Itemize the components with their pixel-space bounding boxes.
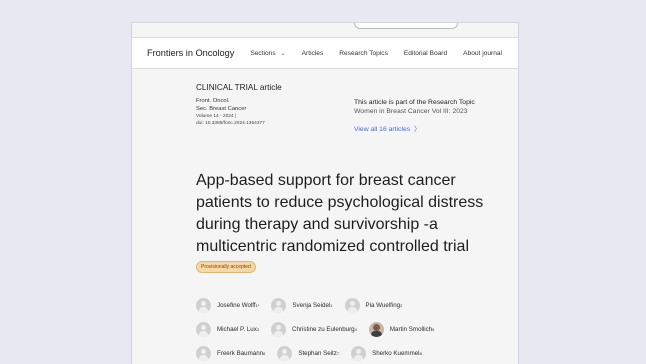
research-topic-panel: This article is part of the Research Top… (354, 99, 514, 133)
author-affiliation: 3 (256, 326, 260, 332)
avatar-placeholder-icon (196, 345, 211, 361)
author-name: Christine zu Eulenburg (292, 325, 355, 333)
article-type: CLINICAL TRIAL article (196, 83, 282, 92)
nav-about-journal[interactable]: About journal (463, 50, 502, 57)
author-name: Michael P. Lux (217, 325, 257, 333)
author-list: Josefine Wolff 1* Svenja Seidel 1 Pia Wuel… (196, 293, 516, 364)
author-name: Freerk Baumann (217, 349, 264, 357)
author-affiliation: 5 (432, 326, 435, 332)
author-photo-avatar (368, 321, 384, 337)
research-topic-intro: This article is part of the Research Top… (354, 99, 475, 106)
author-affiliation: 1* (255, 302, 260, 308)
author-name: Martin Smollich (389, 325, 433, 333)
avatar-placeholder-icon (196, 297, 211, 313)
article-title: App-based support for breast cancer pati… (196, 172, 484, 255)
author-name: Josefine Wolff (217, 301, 256, 309)
avatar-placeholder-icon (271, 297, 287, 313)
avatar-placeholder-icon (351, 345, 367, 361)
author-affiliation: 7 (336, 350, 340, 356)
author-affiliation: 8 (419, 350, 422, 356)
article-content: CLINICAL TRIAL article Front. Oncol. Sec… (196, 83, 516, 361)
nav-research-topics[interactable]: Research Topics (339, 50, 388, 57)
author-item[interactable]: Sherko Kuemmel 8 (351, 345, 422, 361)
author-name: Svenja Seidel (292, 301, 331, 309)
browser-frame: Frontiers in Oncology Sections ⌄ Article… (131, 22, 519, 364)
window-top (132, 23, 518, 37)
status-badge: Provisionally accepted (196, 261, 256, 273)
avatar-placeholder-icon (271, 321, 287, 337)
address-bar[interactable] (354, 23, 458, 29)
journal-nav: Frontiers in Oncology Sections ⌄ Article… (132, 37, 518, 69)
avatar-placeholder-icon (277, 345, 293, 361)
author-name: Sherko Kuemmel (372, 349, 420, 357)
chevron-right-icon: 〉 (412, 126, 421, 133)
avatar-placeholder-icon (196, 321, 211, 337)
author-name: Stephan Seitz (298, 349, 337, 357)
journal-brand[interactable]: Frontiers in Oncology (147, 48, 234, 58)
author-item[interactable]: Stephan Seitz 7 (277, 345, 340, 361)
view-all-articles-link[interactable]: View all 16 articles 〉 (354, 123, 514, 133)
author-item[interactable]: Pia Wuelfing 2 (344, 297, 403, 313)
author-affiliation: 1 (330, 302, 333, 308)
research-topic-name[interactable]: Women in Breast Cancer Vol III: 2023 (354, 108, 514, 115)
author-item[interactable]: Martin Smollich 5 (368, 321, 435, 337)
author-item[interactable]: Christine zu Eulenburg 4 (271, 321, 357, 337)
author-row: Freerk Baumann 6 Stephan Seitz 7 Sherko Ku… (196, 341, 516, 364)
author-affiliation: 6 (263, 350, 266, 356)
chevron-down-icon: ⌄ (280, 50, 286, 57)
nav-sections-label: Sections (250, 49, 276, 57)
author-row: Josefine Wolff 1* Svenja Seidel 1 Pia Wuel… (196, 293, 516, 317)
view-all-articles-label: View all 16 articles (354, 126, 411, 133)
avatar-placeholder-icon (344, 297, 360, 313)
author-item[interactable]: Michael P. Lux 3 (196, 321, 260, 337)
nav-editorial-board[interactable]: Editorial Board (404, 50, 447, 57)
author-name: Pia Wuelfing (365, 301, 401, 309)
nav-articles[interactable]: Articles (302, 50, 324, 57)
author-item[interactable]: Freerk Baumann 6 (196, 345, 266, 361)
author-row: Michael P. Lux 3 Christine zu Eulenburg 4 … (196, 317, 516, 341)
author-affiliation: 4 (354, 326, 357, 332)
author-affiliation: 2 (400, 302, 403, 308)
author-item[interactable]: Svenja Seidel 1 (271, 297, 333, 313)
nav-sections[interactable]: Sections ⌄ (250, 50, 285, 57)
author-item[interactable]: Josefine Wolff 1* (196, 297, 260, 313)
